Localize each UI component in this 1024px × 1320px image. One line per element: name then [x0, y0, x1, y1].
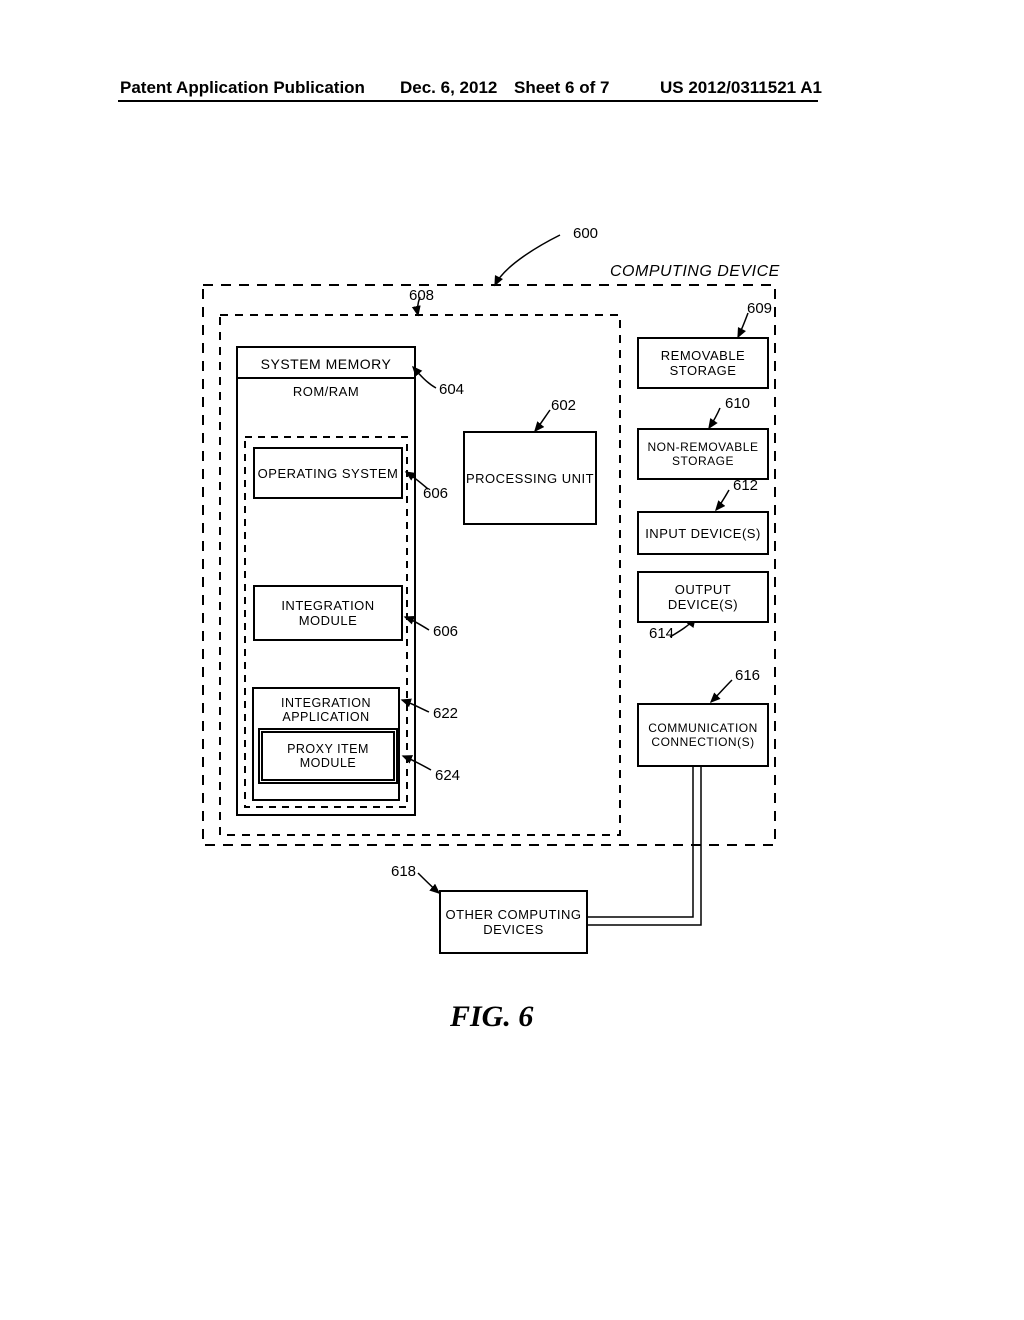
ref-608: 608: [409, 287, 434, 304]
header-left: Patent Application Publication: [120, 78, 365, 98]
diagram: COMPUTING DEVICE SYSTEM MEMORY ROM/RAM O…: [195, 225, 785, 950]
ref-609: 609: [747, 300, 772, 317]
ref-622: 622: [433, 705, 458, 722]
ref-604: 604: [439, 381, 464, 398]
computing-device-label: COMPUTING DEVICE: [610, 263, 780, 281]
ref-618: 618: [391, 863, 416, 880]
communication-connections-box: COMMUNICATION CONNECTION(S): [637, 703, 769, 767]
ref-602: 602: [551, 397, 576, 414]
header-pubno: US 2012/0311521 A1: [660, 78, 822, 98]
input-devices-box: INPUT DEVICE(S): [637, 511, 769, 555]
ref-614: 614: [649, 625, 674, 642]
rom-ram-label: ROM/RAM: [251, 381, 401, 401]
removable-storage-box: REMOVABLE STORAGE: [637, 337, 769, 389]
processing-unit-box: PROCESSING UNIT: [463, 431, 597, 525]
system-memory-divider: [237, 377, 415, 379]
operating-system-box: OPERATING SYSTEM: [253, 447, 403, 499]
non-removable-storage-box: NON-REMOVABLE STORAGE: [637, 428, 769, 480]
ref-606-top: 606: [423, 485, 448, 502]
header-rule: [118, 100, 818, 102]
proxy-item-module-outline: [258, 728, 398, 784]
ref-600: 600: [573, 225, 598, 242]
header-date: Dec. 6, 2012: [400, 78, 497, 98]
other-computing-devices-box: OTHER COMPUTING DEVICES: [439, 890, 588, 954]
figure-region: COMPUTING DEVICE SYSTEM MEMORY ROM/RAM O…: [195, 225, 785, 950]
ref-606-mid: 606: [433, 623, 458, 640]
integration-module-box: INTEGRATION MODULE: [253, 585, 403, 641]
system-memory-label: SYSTEM MEMORY: [251, 353, 401, 375]
ref-616: 616: [735, 667, 760, 684]
figure-caption: FIG. 6: [450, 1000, 533, 1034]
output-devices-box: OUTPUT DEVICE(S): [637, 571, 769, 623]
ref-624: 624: [435, 767, 460, 784]
ref-612: 612: [733, 477, 758, 494]
page: Patent Application Publication Dec. 6, 2…: [0, 0, 1024, 1320]
ref-610: 610: [725, 395, 750, 412]
header-sheet: Sheet 6 of 7: [514, 78, 609, 98]
integration-application-label: INTEGRATION APPLICATION: [257, 693, 395, 727]
